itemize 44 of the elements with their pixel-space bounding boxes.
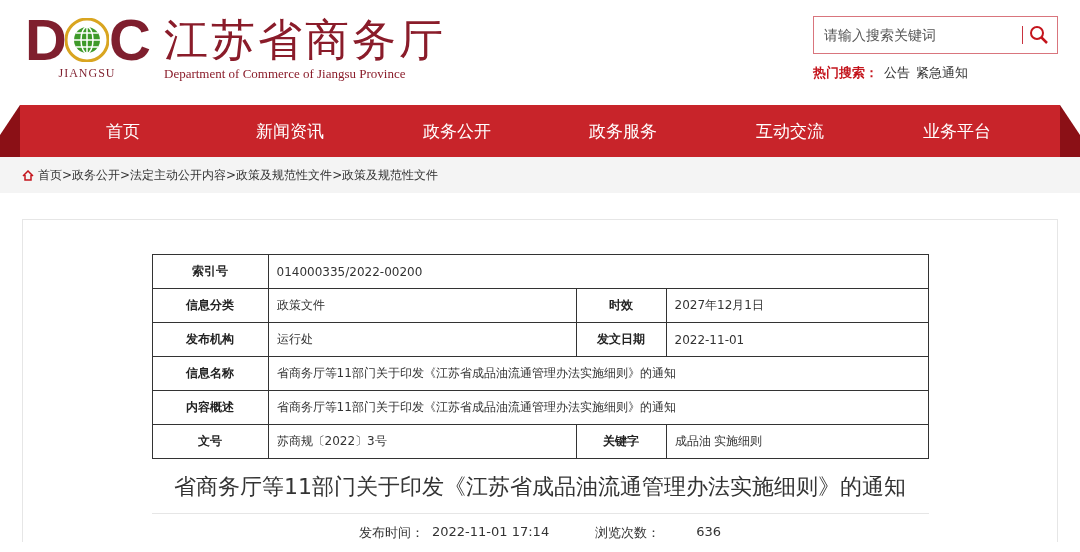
field-value: 运行处: [268, 322, 576, 357]
view-count: 636: [696, 524, 721, 541]
field-value: 2022-11-01: [666, 322, 928, 357]
publish-label: 发布时间：: [359, 524, 424, 542]
logo-region: JIANGSU: [58, 66, 116, 81]
field-value: 成品油 实施细则: [666, 424, 928, 459]
field-value: 2027年12月1日: [666, 288, 928, 323]
article-title: 省商务厅等11部门关于印发《江苏省成品油流通管理办法实施细则》的通知: [173, 473, 907, 501]
breadcrumb[interactable]: 首页>政务公开>法定主动公开内容>政策及规范性文件>政策及规范性文件: [38, 166, 439, 184]
field-label: 信息名称: [152, 356, 268, 391]
hot-search-link[interactable]: 公告: [884, 64, 910, 82]
logo-letter: D: [25, 16, 65, 64]
logo-letter: C: [109, 16, 149, 64]
field-value: 省商务厅等11部门关于印发《江苏省成品油流通管理办法实施细则》的通知: [268, 356, 928, 391]
nav-item[interactable]: 互动交流: [709, 119, 870, 143]
field-label: 内容概述: [152, 390, 268, 425]
field-label: 发文日期: [576, 322, 666, 357]
nav-item[interactable]: 政务服务: [543, 119, 704, 143]
field-label: 信息分类: [152, 288, 268, 323]
field-label: 文号: [152, 424, 268, 459]
home-icon: [22, 169, 34, 181]
search-field[interactable]: 请输入搜索关键词: [813, 16, 1058, 54]
field-value: 政策文件: [268, 288, 576, 323]
hot-search-label: 热门搜索：: [813, 64, 878, 82]
nav-wing: [1060, 105, 1080, 157]
field-value: 014000335/2022-00200: [268, 254, 928, 289]
field-value: 省商务厅等11部门关于印发《江苏省成品油流通管理办法实施细则》的通知: [268, 390, 928, 425]
publish-time: 2022-11-01 17:14: [432, 524, 550, 541]
nav-item[interactable]: 政务公开: [376, 119, 537, 143]
globe-icon: [65, 18, 109, 62]
hot-search-link[interactable]: 紧急通知: [916, 64, 968, 82]
field-label: 关键字: [576, 424, 666, 459]
search-icon[interactable]: [1029, 25, 1049, 45]
views-label: 浏览次数：: [595, 524, 661, 542]
field-label: 发布机构: [152, 322, 268, 357]
field-label: 索引号: [152, 254, 268, 289]
nav-item[interactable]: 首页: [43, 119, 204, 143]
nav-item[interactable]: 业务平台: [876, 119, 1037, 143]
nav-item[interactable]: 新闻资讯: [210, 119, 370, 143]
field-label: 时效: [576, 288, 666, 323]
site-subtitle: Department of Commerce of Jiangsu Province: [164, 66, 407, 82]
site-title: 江苏省商务厅: [164, 13, 446, 67]
nav-wing: [0, 105, 20, 157]
field-value: 苏商规〔2022〕3号: [268, 424, 576, 459]
